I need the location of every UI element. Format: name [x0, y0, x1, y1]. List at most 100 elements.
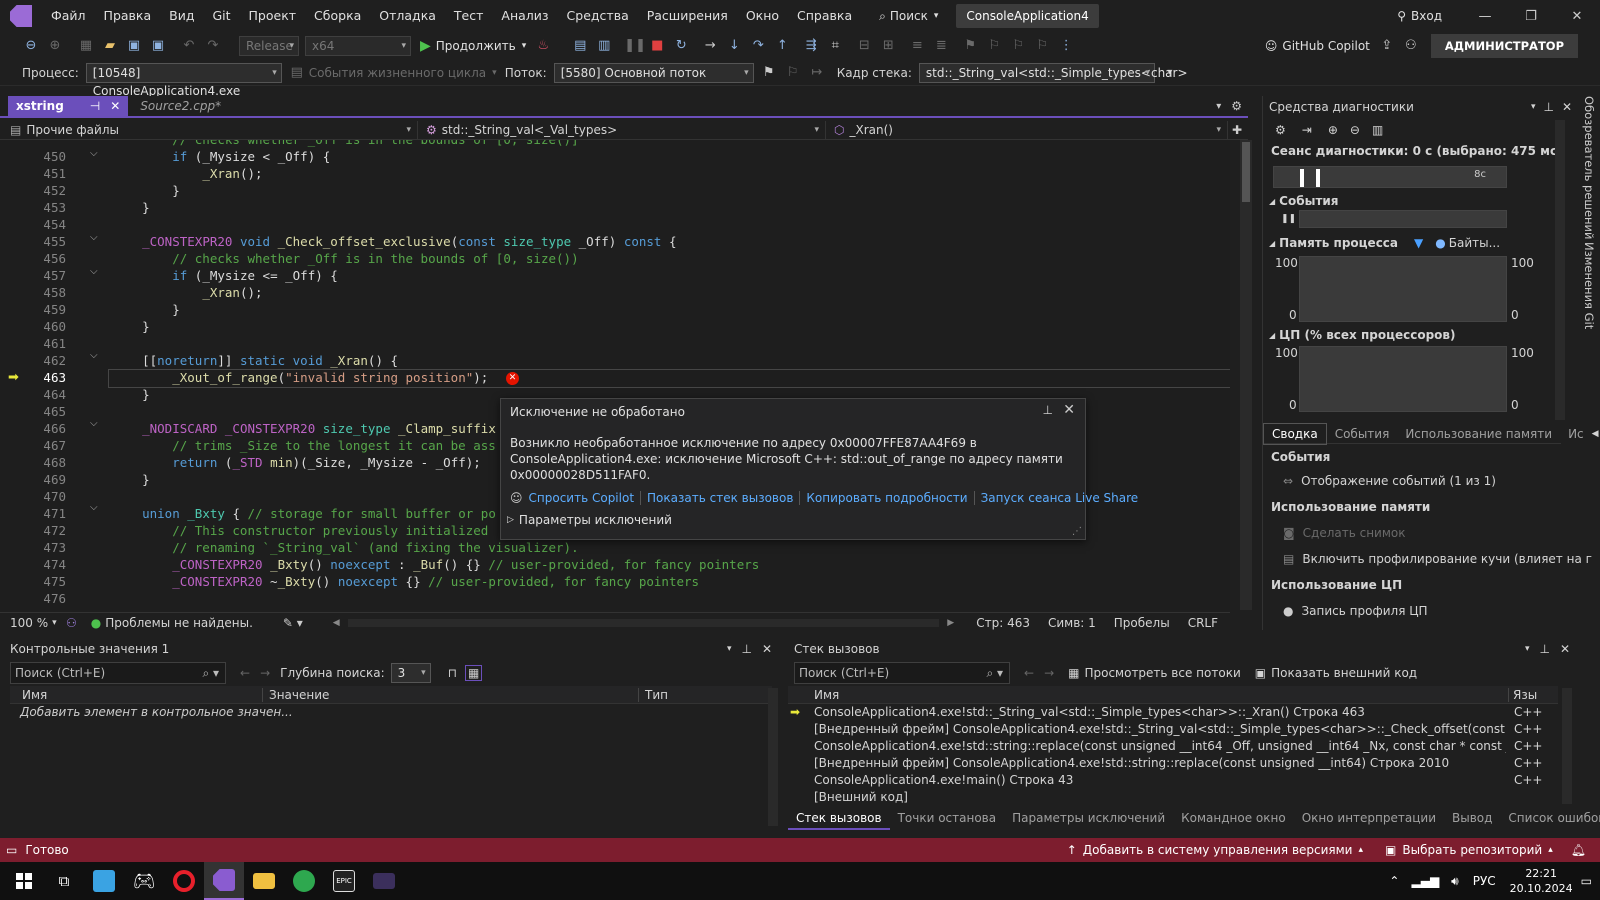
callstack-row[interactable]: [Внедренный фрейм] ConsoleApplication4.e…	[788, 721, 1558, 738]
panel-menu-icon[interactable]: ▾	[1531, 102, 1536, 112]
tab-cpu[interactable]: Ис	[1560, 424, 1592, 444]
fold-icon[interactable]: ⌵	[90, 232, 98, 243]
forward-icon[interactable]: →	[1044, 666, 1054, 680]
forward-icon[interactable]: →	[260, 666, 270, 680]
error-icon[interactable]: ✕	[506, 372, 519, 385]
zoom-select[interactable]: 100 % ▾	[10, 616, 66, 630]
clear-bookmarks-icon[interactable]: ⚐	[1033, 38, 1051, 54]
menu-help[interactable]: Справка	[788, 0, 861, 32]
notification-center-icon[interactable]: ▭	[1581, 874, 1592, 888]
menu-view[interactable]: Вид	[160, 0, 203, 32]
show-events-item[interactable]: ⇔ Отображение событий (1 из 1)	[1283, 474, 1496, 488]
prev-bookmark-icon[interactable]: ⚐	[985, 38, 1003, 54]
export-icon[interactable]: ⇥	[1302, 123, 1312, 137]
timeline-ruler[interactable]: 8с	[1273, 166, 1507, 188]
scroll-left-icon[interactable]: ◀	[333, 618, 340, 628]
redo-icon[interactable]: ↷	[204, 38, 222, 54]
callstack-row[interactable]: ➡ ConsoleApplication4.exe!std::_String_va…	[788, 704, 1558, 721]
eol-indicator[interactable]: CRLF	[1188, 616, 1218, 630]
save-all-icon[interactable]: ▣	[149, 38, 167, 54]
share-icon[interactable]: ⇪	[1378, 38, 1396, 54]
cpu-section[interactable]: ◢ ЦП (% всех процессоров)	[1269, 328, 1456, 342]
menu-file[interactable]: Файл	[42, 0, 95, 32]
live-share-link[interactable]: Запуск сеанса Live Share	[975, 491, 1145, 505]
col-name[interactable]: Имя	[788, 688, 1508, 702]
step-over-icon[interactable]: ↷	[749, 38, 767, 54]
member-select[interactable]: ⬡ _Xran() ▾	[826, 120, 1228, 139]
forward-icon[interactable]: ⊕	[46, 38, 64, 54]
platform-select[interactable]: x64 ▾	[305, 36, 411, 56]
view-toggle-icon[interactable]: ▦	[465, 665, 483, 681]
tray-chevron-icon[interactable]: ⌃	[1389, 874, 1399, 888]
tabs-left-icon[interactable]: ◀	[1592, 429, 1599, 439]
menu-extensions[interactable]: Расширения	[638, 0, 737, 32]
toolbar-overflow-icon[interactable]: ⋮	[1057, 38, 1075, 54]
pin-icon[interactable]: ⊥	[741, 638, 751, 660]
window-layout-icon[interactable]: ▤	[571, 38, 589, 54]
step-out-icon[interactable]: ↑	[773, 38, 791, 54]
flag-all-icon[interactable]: ⚐	[784, 65, 802, 81]
opera-icon[interactable]	[164, 862, 204, 900]
next-bookmark-icon[interactable]: ⚐	[1009, 38, 1027, 54]
hex-display-icon[interactable]: ⌗	[826, 38, 844, 54]
gear-icon[interactable]: ⚙	[1275, 123, 1286, 137]
git-changes-tab[interactable]: Изменения Git	[1582, 242, 1596, 329]
pause-icon[interactable]: ❚❚	[624, 38, 646, 54]
fold-icon[interactable]: ⌵	[90, 350, 98, 361]
network-icon[interactable]: ▂▄▆	[1411, 874, 1439, 888]
panel-menu-icon[interactable]: ▾	[727, 638, 732, 660]
zoom-in-icon[interactable]: ⊕	[1328, 123, 1338, 137]
minimize-button[interactable]: —	[1462, 9, 1508, 24]
app-gamepad-icon[interactable]: 🎮︎	[124, 862, 164, 900]
fold-icon[interactable]: ⌵	[90, 266, 98, 277]
clock[interactable]: 22:21 20.10.2024	[1510, 866, 1573, 896]
thread-select[interactable]: [5580] Основной поток ▾	[553, 62, 754, 83]
line-indicator[interactable]: Стр: 463	[976, 616, 1030, 630]
tab-list-icon[interactable]: ▾	[1216, 101, 1221, 112]
col-indicator[interactable]: Симв: 1	[1048, 616, 1096, 630]
fold-icon[interactable]: ⌵	[90, 418, 98, 429]
view-all-threads-button[interactable]: ▦ Просмотреть все потоки	[1068, 666, 1241, 680]
back-icon[interactable]: ←	[240, 666, 250, 680]
resize-grip-icon[interactable]: ⋰	[1072, 526, 1082, 537]
menu-analyze[interactable]: Анализ	[492, 0, 557, 32]
files-select[interactable]: ▤ Прочие файлы ▾	[0, 120, 418, 139]
settings-icon[interactable]: ⚙	[1231, 99, 1242, 113]
tab-immediate-window[interactable]: Окно интерпретации	[1294, 808, 1444, 830]
diagnostics-window-icon[interactable]: ▥	[595, 38, 613, 54]
epic-games-icon[interactable]: EPIC	[324, 862, 364, 900]
callstack-row[interactable]: [Внедренный фрейм] ConsoleApplication4.e…	[788, 755, 1558, 772]
tab-memory-usage[interactable]: Использование памяти	[1397, 424, 1560, 444]
callstack-row[interactable]: [Внешний код]	[788, 789, 1558, 806]
feedback-icon[interactable]: ⚇	[1402, 38, 1420, 54]
visual-studio-logo-icon[interactable]	[10, 5, 32, 27]
notifications-icon[interactable]: 🔔︎	[1571, 843, 1586, 857]
menu-window[interactable]: Окно	[737, 0, 788, 32]
depth-select[interactable]: 3 ▾	[390, 663, 431, 683]
spaces-indicator[interactable]: Пробелы	[1114, 616, 1170, 630]
tab-output[interactable]: Вывод	[1444, 808, 1500, 830]
github-copilot-button[interactable]: ☺ GitHub Copilot	[1265, 39, 1370, 53]
show-call-stack-link[interactable]: Показать стек вызовов	[641, 491, 801, 505]
menu-build[interactable]: Сборка	[305, 0, 370, 32]
diag-scrollbar[interactable]	[1555, 120, 1565, 420]
fold-icon[interactable]: ⌵	[90, 502, 98, 513]
thread-icon[interactable]: ⇶	[802, 38, 820, 54]
memory-section[interactable]: ◢ Память процесса ▼ ● Байты...	[1269, 236, 1500, 250]
callstack-row[interactable]: ConsoleApplication4.exe!main() Строка 43…	[788, 772, 1558, 789]
tab-breakpoints[interactable]: Точки останова	[890, 808, 1005, 830]
ask-copilot-link[interactable]: Спросить Copilot	[523, 491, 642, 505]
filter-icon[interactable]: ▼	[1414, 236, 1423, 250]
split-icon[interactable]: ✚	[1232, 123, 1242, 137]
menu-edit[interactable]: Правка	[95, 0, 161, 32]
terminal-icon[interactable]	[364, 862, 404, 900]
tab-summary[interactable]: Сводка	[1263, 422, 1327, 445]
tab-command-window[interactable]: Командное окно	[1173, 808, 1294, 830]
cleanup-icon[interactable]: ✎ ▾	[283, 616, 303, 630]
tab-events[interactable]: События	[1327, 424, 1398, 444]
app-files-icon[interactable]	[84, 862, 124, 900]
take-snapshot-item[interactable]: ◙ Сделать снимок	[1283, 526, 1406, 540]
new-project-icon[interactable]: ▦	[77, 38, 95, 54]
flag-thread-icon[interactable]: ⚑	[760, 65, 778, 81]
show-next-statement-icon[interactable]: →	[701, 38, 719, 54]
